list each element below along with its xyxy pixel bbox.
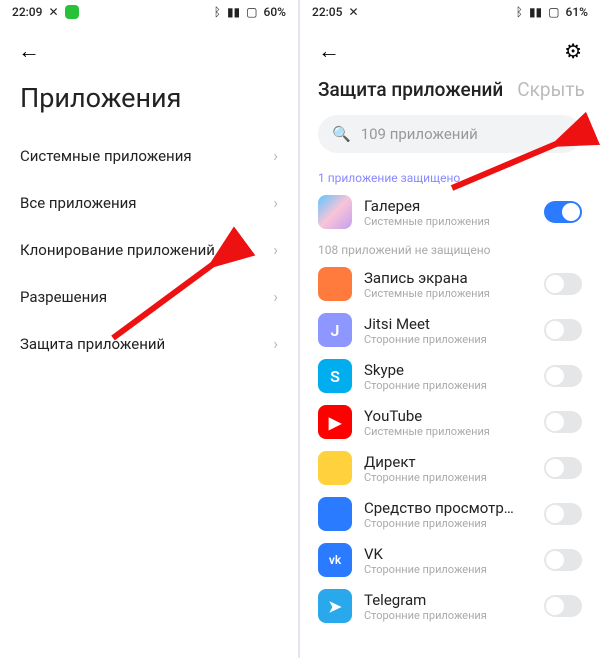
app-icon: vk bbox=[318, 543, 352, 577]
battery-text: 60% bbox=[264, 5, 286, 19]
signal-icon: ▮▮ bbox=[529, 5, 542, 19]
right-screen: 22:05 ✕ ᛒ ▮▮ ▢ 61% ← ⚙ Защита приложений… bbox=[300, 0, 600, 658]
menu-label: Системные приложения bbox=[20, 147, 192, 165]
toggle[interactable] bbox=[544, 273, 582, 295]
battery-icon: ▢ bbox=[246, 5, 257, 19]
app-icon bbox=[318, 451, 352, 485]
section-header-protected: 1 приложение защищено bbox=[300, 163, 600, 189]
menu-label: Все приложения bbox=[20, 194, 137, 212]
status-bar: 22:09 ✕ ᛒ ▮▮ ▢ 60% bbox=[0, 0, 298, 24]
app-name: Запись экрана bbox=[364, 269, 532, 287]
section-header-unprotected: 108 приложений не защищено bbox=[300, 235, 600, 261]
app-name: Директ bbox=[364, 453, 532, 471]
left-screen: 22:09 ✕ ᛒ ▮▮ ▢ 60% ← Приложения Системны… bbox=[0, 0, 300, 658]
app-row[interactable]: J Jitsi MeetСторонние приложения bbox=[300, 307, 600, 353]
clock: 22:05 bbox=[312, 5, 342, 19]
app-sub: Системные приложения bbox=[364, 215, 532, 228]
menu-label: Клонирование приложений bbox=[20, 241, 215, 259]
search-icon: 🔍 bbox=[332, 125, 351, 143]
search-input[interactable]: 🔍 109 приложений bbox=[318, 115, 582, 153]
menu-item-all-apps[interactable]: Все приложения › bbox=[0, 179, 298, 226]
app-name: VK bbox=[364, 545, 532, 563]
app-icon: ▶ bbox=[318, 405, 352, 439]
dnd-icon: ✕ bbox=[348, 5, 358, 19]
gallery-icon bbox=[318, 195, 352, 229]
app-sub: Системные приложения bbox=[364, 425, 532, 438]
battery-icon: ▢ bbox=[548, 5, 559, 19]
toggle[interactable] bbox=[544, 365, 582, 387]
app-row[interactable]: Средство просмотр…Сторонние приложения bbox=[300, 491, 600, 537]
page-title: Приложения bbox=[0, 72, 298, 132]
notification-app-icon bbox=[65, 5, 79, 19]
app-list: Запись экранаСистемные приложенияJJitsi … bbox=[300, 261, 600, 629]
app-icon: S bbox=[318, 359, 352, 393]
app-sub: Сторонние приложения bbox=[364, 379, 532, 392]
app-row[interactable]: ➤ TelegramСторонние приложения bbox=[300, 583, 600, 629]
app-name: Telegram bbox=[364, 591, 532, 609]
app-name: Skype bbox=[364, 361, 532, 379]
menu-list: Системные приложения › Все приложения › … bbox=[0, 132, 298, 367]
nav-row: ← bbox=[0, 24, 298, 72]
dnd-icon: ✕ bbox=[48, 5, 58, 19]
menu-item-system-apps[interactable]: Системные приложения › bbox=[0, 132, 298, 179]
bluetooth-icon: ᛒ bbox=[214, 5, 221, 19]
battery-text: 61% bbox=[566, 5, 588, 19]
app-row[interactable]: vk VKСторонние приложения bbox=[300, 537, 600, 583]
app-sub: Сторонние приложения bbox=[364, 563, 532, 576]
nav-row: ← ⚙ bbox=[300, 24, 600, 72]
chevron-right-icon: › bbox=[273, 334, 278, 353]
toggle[interactable] bbox=[544, 503, 582, 525]
toggle[interactable] bbox=[544, 549, 582, 571]
toggle[interactable] bbox=[544, 595, 582, 617]
app-name: YouTube bbox=[364, 407, 532, 425]
menu-item-permissions[interactable]: Разрешения › bbox=[0, 273, 298, 320]
search-placeholder: 109 приложений bbox=[361, 125, 478, 143]
clock: 22:09 bbox=[12, 5, 42, 19]
app-row[interactable]: ДиректСторонние приложения bbox=[300, 445, 600, 491]
app-sub: Сторонние приложения bbox=[364, 471, 532, 484]
toggle[interactable] bbox=[544, 319, 582, 341]
chevron-right-icon: › bbox=[273, 193, 278, 212]
tabs: Защита приложений Скрыть bbox=[300, 72, 600, 113]
app-name: Галерея bbox=[364, 197, 532, 215]
toggle-gallery[interactable] bbox=[544, 201, 582, 223]
menu-item-clone-apps[interactable]: Клонирование приложений › bbox=[0, 226, 298, 273]
chevron-right-icon: › bbox=[273, 287, 278, 306]
menu-label: Разрешения bbox=[20, 288, 107, 306]
toggle[interactable] bbox=[544, 411, 582, 433]
back-button[interactable]: ← bbox=[318, 38, 340, 64]
app-name: Jitsi Meet bbox=[364, 315, 532, 333]
tab-hide[interactable]: Скрыть bbox=[517, 78, 585, 101]
toggle[interactable] bbox=[544, 457, 582, 479]
app-icon bbox=[318, 497, 352, 531]
app-sub: Сторонние приложения bbox=[364, 517, 532, 530]
menu-item-app-protection[interactable]: Защита приложений › bbox=[0, 320, 298, 367]
app-sub: Сторонние приложения bbox=[364, 609, 532, 622]
chevron-right-icon: › bbox=[273, 146, 278, 165]
app-icon: ➤ bbox=[318, 589, 352, 623]
app-sub: Системные приложения bbox=[364, 287, 532, 300]
tab-protection[interactable]: Защита приложений bbox=[318, 78, 503, 101]
back-button[interactable]: ← bbox=[18, 38, 40, 64]
chevron-right-icon: › bbox=[273, 240, 278, 259]
app-row[interactable]: Запись экранаСистемные приложения bbox=[300, 261, 600, 307]
app-row[interactable]: S SkypeСторонние приложения bbox=[300, 353, 600, 399]
app-row-gallery[interactable]: Галерея Системные приложения bbox=[300, 189, 600, 235]
app-row[interactable]: ▶ YouTubeСистемные приложения bbox=[300, 399, 600, 445]
signal-icon: ▮▮ bbox=[227, 5, 240, 19]
bluetooth-icon: ᛒ bbox=[516, 5, 523, 19]
app-sub: Сторонние приложения bbox=[364, 333, 532, 346]
menu-label: Защита приложений bbox=[20, 335, 165, 353]
settings-button[interactable]: ⚙ bbox=[564, 39, 582, 63]
app-icon: J bbox=[318, 313, 352, 347]
app-icon bbox=[318, 267, 352, 301]
app-name: Средство просмотр… bbox=[364, 499, 532, 517]
status-bar: 22:05 ✕ ᛒ ▮▮ ▢ 61% bbox=[300, 0, 600, 24]
